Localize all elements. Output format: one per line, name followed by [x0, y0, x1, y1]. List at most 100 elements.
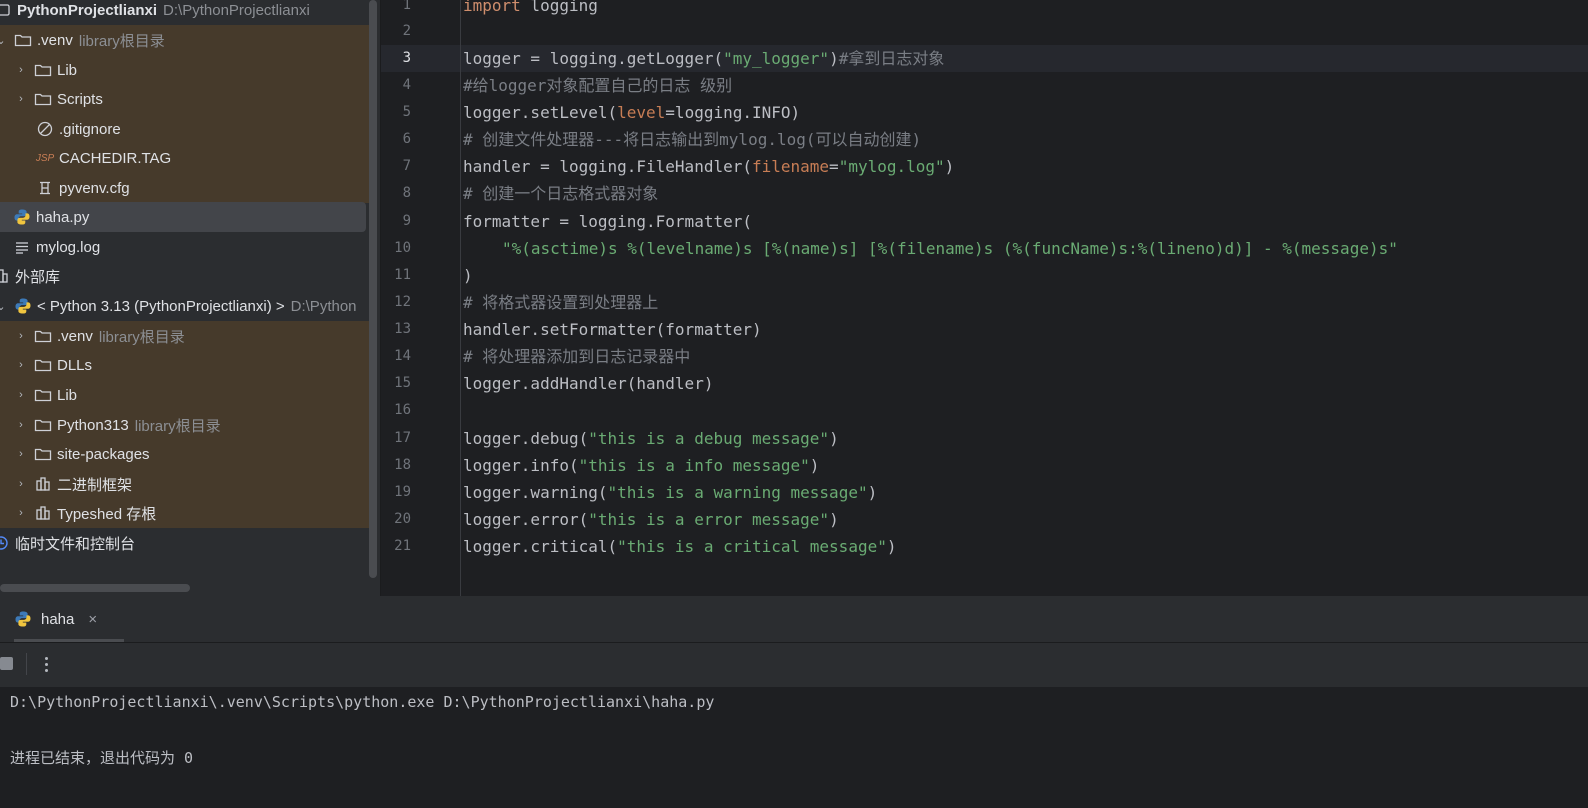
line-number: 14 — [394, 348, 411, 364]
code-editor[interactable]: 1 2 3 4 5 6 7 8 9 10 11 12 13 14 15 16 1… — [381, 0, 1588, 596]
jsp-file-icon: JSP — [35, 152, 55, 164]
run-tab-haha[interactable]: haha × — [14, 596, 124, 642]
code-line-14[interactable]: # 将处理器添加到日志记录器中 — [463, 343, 690, 370]
python-file-icon — [14, 610, 32, 628]
code-token: ) — [809, 456, 820, 475]
code-line-1[interactable]: import logging — [463, 0, 598, 19]
tree-item-haha-py[interactable]: haha.py — [0, 202, 366, 232]
close-icon[interactable]: × — [88, 611, 97, 628]
code-line-13[interactable]: handler.setFormatter(formatter) — [463, 316, 762, 343]
line-number: 11 — [394, 267, 411, 283]
line-number: 15 — [394, 375, 411, 391]
code-line-12[interactable]: # 将格式器设置到处理器上 — [463, 289, 658, 316]
tree-item-external-libraries[interactable]: 外部库 — [0, 261, 370, 291]
tree-item-mylog[interactable]: mylog.log — [0, 232, 370, 262]
tree-item-typeshed[interactable]: › Typeshed 存根 — [0, 498, 370, 528]
code-token: = — [829, 157, 839, 176]
chevron-right-icon[interactable]: › — [14, 506, 28, 520]
library-root-hint: library根目录 — [134, 417, 221, 435]
code-line-5[interactable]: logger.setLevel(level=logging.INFO) — [463, 99, 800, 126]
code-line-19[interactable]: logger.warning("this is a warning messag… — [463, 479, 877, 506]
folder-icon — [34, 90, 52, 108]
project-tree-panel: PythonProjectlianxi D:\PythonProjectlian… — [0, 0, 380, 600]
chevron-right-icon[interactable]: › — [14, 388, 28, 402]
folder-icon — [34, 61, 52, 79]
chevron-right-icon[interactable]: › — [14, 418, 28, 432]
code-line-15[interactable]: logger.addHandler(handler) — [463, 370, 713, 397]
chevron-right-icon[interactable]: › — [14, 447, 28, 461]
tree-item-venv[interactable]: ⌄ .venv library根目录 — [0, 25, 370, 55]
code-token: handler.setFormatter(formatter) — [463, 320, 762, 339]
tree-item-venv-lib[interactable]: › Lib — [0, 55, 370, 85]
tree-item-label: .venv — [57, 327, 93, 345]
line-number: 7 — [402, 158, 411, 174]
code-token: handler = logging.FileHandler( — [463, 157, 752, 176]
tree-item-interp-lib[interactable]: › Lib — [0, 380, 370, 410]
tree-item-gitignore[interactable]: .gitignore — [0, 114, 370, 144]
run-tool-window: haha × D:\PythonProjectlianxi\.venv\Scri… — [0, 596, 1588, 808]
code-line-7[interactable]: handler = logging.FileHandler(filename="… — [463, 153, 954, 180]
code-token: logger.warning( — [463, 483, 608, 502]
tree-item-label: Python313 — [57, 416, 129, 434]
chevron-right-icon[interactable]: › — [14, 329, 28, 343]
library-root-hint: library根目录 — [78, 32, 165, 50]
tree-item-dlls[interactable]: › DLLs — [0, 350, 370, 380]
code-line-21[interactable]: logger.critical("this is a critical mess… — [463, 533, 896, 560]
chevron-right-icon[interactable]: › — [14, 477, 28, 491]
sidebar-horizontal-scrollbar[interactable] — [0, 584, 190, 592]
tree-item-python313[interactable]: › Python313 library根目录 — [0, 410, 370, 440]
library-icon — [34, 504, 52, 522]
sidebar-vertical-scrollbar[interactable] — [369, 0, 377, 578]
library-root-hint: library根目录 — [98, 328, 185, 346]
python-file-icon — [13, 208, 31, 226]
chevron-right-icon[interactable]: › — [14, 92, 28, 106]
chevron-right-icon[interactable]: › — [14, 63, 28, 77]
chevron-down-icon[interactable]: ⌄ — [0, 33, 8, 47]
line-number: 9 — [402, 213, 411, 229]
tree-item-label: CACHEDIR.TAG — [59, 149, 172, 167]
project-path: D:\PythonProjectlianxi — [163, 1, 310, 19]
tree-root-project[interactable]: PythonProjectlianxi D:\PythonProjectlian… — [0, 0, 370, 25]
tree-item-scratches[interactable]: 临时文件和控制台 — [0, 528, 370, 558]
code-line-18[interactable]: logger.info("this is a info message") — [463, 452, 819, 479]
chevron-right-icon[interactable]: › — [14, 358, 28, 372]
more-options-icon[interactable] — [38, 651, 54, 677]
project-folder-icon — [0, 1, 12, 19]
tree-item-pyvenv[interactable]: pyvenv.cfg — [0, 173, 370, 203]
code-token: logging — [520, 0, 598, 15]
interpreter-path: D:\Python — [290, 297, 357, 315]
code-line-8[interactable]: # 创建一个日志格式器对象 — [463, 180, 658, 207]
code-token: ) — [829, 49, 839, 68]
line-number: 19 — [394, 484, 411, 500]
tree-item-binary-skeletons[interactable]: › 二进制框架 — [0, 469, 370, 499]
tree-item-label: 二进制框架 — [57, 476, 133, 494]
active-tab-indicator — [14, 639, 124, 642]
comment-token: # 将处理器添加到日志记录器中 — [463, 347, 691, 366]
code-token: ) — [867, 483, 878, 502]
code-line-11[interactable]: ) — [463, 262, 473, 289]
code-line-4[interactable]: #给logger对象配置自己的日志 级别 — [463, 72, 732, 99]
text-file-icon — [13, 238, 31, 256]
tree-item-scripts[interactable]: › Scripts — [0, 84, 370, 114]
code-line-9[interactable]: formatter = logging.Formatter( — [463, 208, 752, 235]
stop-icon[interactable] — [0, 657, 13, 670]
code-line-20[interactable]: logger.error("this is a error message") — [463, 506, 839, 533]
code-line-6[interactable]: # 创建文件处理器---将日志输出到mylog.log(可以自动创建) — [463, 126, 921, 153]
param-token: filename — [751, 157, 830, 176]
code-line-17[interactable]: logger.debug("this is a debug message") — [463, 425, 839, 452]
tree-item-cachedir[interactable]: JSP CACHEDIR.TAG — [0, 143, 370, 173]
line-number: 16 — [394, 402, 411, 418]
console-output[interactable]: D:\PythonProjectlianxi\.venv\Scripts\pyt… — [0, 687, 1588, 808]
tree-item-interp-venv[interactable]: › .venv library根目录 — [0, 321, 370, 351]
tree-item-interpreter[interactable]: ⌄ < Python 3.13 (PythonProjectlianxi) > … — [0, 291, 370, 321]
folder-icon — [34, 356, 52, 374]
code-line-3[interactable]: logger = logging.getLogger("my_logger")#… — [463, 45, 944, 72]
comment-token: # 创建一个日志格式器对象 — [463, 184, 659, 203]
code-line-10[interactable]: "%(asctime)s %(levelname)s [%(name)s] [%… — [463, 235, 1398, 262]
line-number: 10 — [394, 240, 411, 256]
tree-item-label: site-packages — [57, 445, 150, 463]
code-token: logger.critical( — [463, 537, 618, 556]
comment-token: # 将格式器设置到处理器上 — [463, 293, 659, 312]
tree-item-site-packages[interactable]: › site-packages — [0, 439, 370, 469]
chevron-down-icon[interactable]: ⌄ — [0, 299, 8, 313]
